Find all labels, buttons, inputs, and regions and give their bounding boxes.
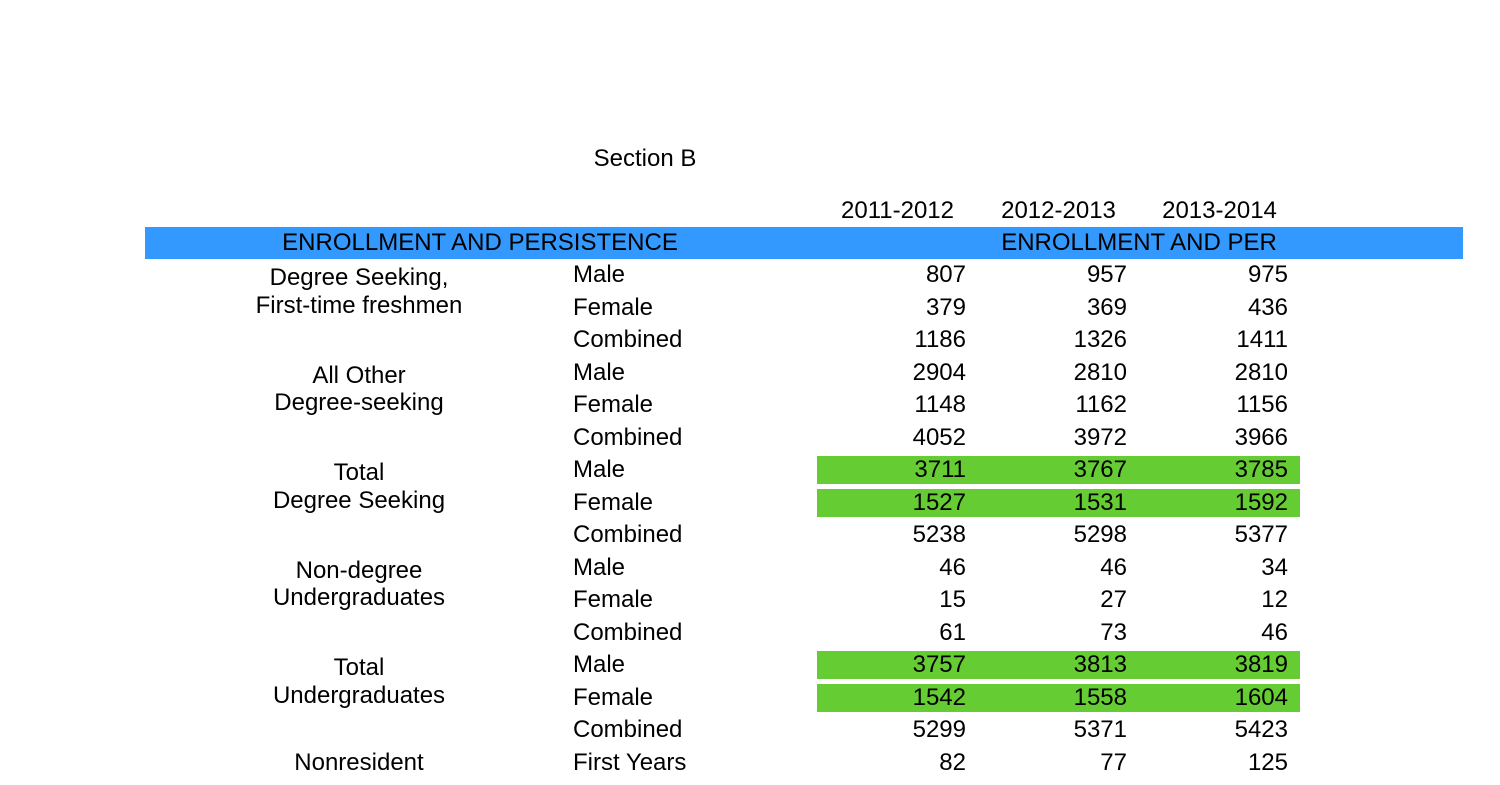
group-label-cell: TotalDegree Seeking [145, 491, 573, 514]
value-cell: 15 [817, 586, 978, 614]
subcategory-cell: Female [573, 684, 817, 712]
value-cell: 3767 [978, 456, 1139, 484]
value-cell: 73 [978, 619, 1139, 647]
value-cell: 77 [978, 749, 1139, 777]
year-headers: 2011-2012 2012-2013 2013-2014 [0, 197, 1500, 225]
group-label-cell: Nonresident [145, 749, 573, 777]
group-label-cell: TotalUndergraduates [145, 686, 573, 709]
value-cell: 807 [817, 261, 978, 289]
banner-left-label: ENROLLMENT AND PERSISTENCE [145, 229, 815, 257]
value-cell: 34 [1139, 554, 1300, 582]
value-cell: 2810 [978, 359, 1139, 387]
value-cell: 3711 [817, 456, 978, 484]
table-row: Combined405239723966 [145, 422, 1463, 455]
subcategory-cell: Male [573, 554, 817, 582]
year-col-0: 2011-2012 [817, 197, 978, 225]
subcategory-cell: Female [573, 391, 817, 419]
table-row: Non-degreeUndergraduatesFemale152712 [145, 584, 1463, 617]
table-row: Combined523852985377 [145, 519, 1463, 552]
value-cell: 5423 [1139, 716, 1300, 744]
data-table-body: Male807957975Degree Seeking,First-time f… [145, 259, 1463, 779]
value-cell: 5238 [817, 521, 978, 549]
table-row: Combined118613261411 [145, 324, 1463, 357]
subcategory-cell: Female [573, 489, 817, 517]
section-banner: ENROLLMENT AND PERSISTENCE ENROLLMENT AN… [145, 227, 1463, 259]
value-cell: 27 [978, 586, 1139, 614]
value-cell: 436 [1139, 294, 1300, 322]
value-cell: 1592 [1139, 489, 1300, 517]
value-cell: 1162 [978, 391, 1139, 419]
value-cell: 3819 [1139, 651, 1300, 679]
value-cell: 125 [1139, 749, 1300, 777]
subcategory-cell: Combined [573, 424, 817, 452]
table-row: Combined529953715423 [145, 714, 1463, 747]
subcategory-cell: Combined [573, 326, 817, 354]
value-cell: 3966 [1139, 424, 1300, 452]
subcategory-cell: First Years [573, 749, 817, 777]
year-col-2: 2013-2014 [1139, 197, 1300, 225]
subcategory-cell: Male [573, 651, 817, 679]
year-col-1: 2012-2013 [978, 197, 1139, 225]
value-cell: 3972 [978, 424, 1139, 452]
value-cell: 1148 [817, 391, 978, 419]
group-label-cell: Non-degreeUndergraduates [145, 589, 573, 612]
section-title: Section B [160, 145, 1130, 173]
subcategory-cell: Combined [573, 619, 817, 647]
value-cell: 1542 [817, 684, 978, 712]
table-row: TotalUndergraduatesFemale154215581604 [145, 682, 1463, 715]
table-row: Combined617346 [145, 617, 1463, 650]
subcategory-cell: Female [573, 294, 817, 322]
value-cell: 3813 [978, 651, 1139, 679]
subcategory-cell: Male [573, 456, 817, 484]
value-cell: 957 [978, 261, 1139, 289]
table-row: Degree Seeking,First-time freshmenFemale… [145, 292, 1463, 325]
group-label-cell: All OtherDegree-seeking [145, 394, 573, 417]
value-cell: 369 [978, 294, 1139, 322]
value-cell: 379 [817, 294, 978, 322]
value-cell: 61 [817, 619, 978, 647]
value-cell: 12 [1139, 586, 1300, 614]
value-cell: 1558 [978, 684, 1139, 712]
value-cell: 1531 [978, 489, 1139, 517]
value-cell: 1604 [1139, 684, 1300, 712]
subcategory-cell: Female [573, 586, 817, 614]
value-cell: 1326 [978, 326, 1139, 354]
value-cell: 1186 [817, 326, 978, 354]
table-row: TotalDegree SeekingFemale152715311592 [145, 487, 1463, 520]
value-cell: 1156 [1139, 391, 1300, 419]
value-cell: 3757 [817, 651, 978, 679]
value-cell: 46 [817, 554, 978, 582]
value-cell: 82 [817, 749, 978, 777]
table-row: All OtherDegree-seekingFemale11481162115… [145, 389, 1463, 422]
subcategory-cell: Male [573, 261, 817, 289]
value-cell: 5377 [1139, 521, 1300, 549]
value-cell: 1527 [817, 489, 978, 517]
table-row: NonresidentFirst Years8277125 [145, 747, 1463, 780]
value-cell: 46 [978, 554, 1139, 582]
value-cell: 4052 [817, 424, 978, 452]
value-cell: 975 [1139, 261, 1300, 289]
value-cell: 3785 [1139, 456, 1300, 484]
subcategory-cell: Combined [573, 521, 817, 549]
subcategory-cell: Combined [573, 716, 817, 744]
value-cell: 5371 [978, 716, 1139, 744]
group-label-cell: Degree Seeking,First-time freshmen [145, 296, 573, 319]
value-cell: 5298 [978, 521, 1139, 549]
value-cell: 46 [1139, 619, 1300, 647]
subcategory-cell: Male [573, 359, 817, 387]
value-cell: 5299 [817, 716, 978, 744]
banner-right-label: ENROLLMENT AND PER [815, 229, 1463, 257]
value-cell: 1411 [1139, 326, 1300, 354]
value-cell: 2810 [1139, 359, 1300, 387]
value-cell: 2904 [817, 359, 978, 387]
